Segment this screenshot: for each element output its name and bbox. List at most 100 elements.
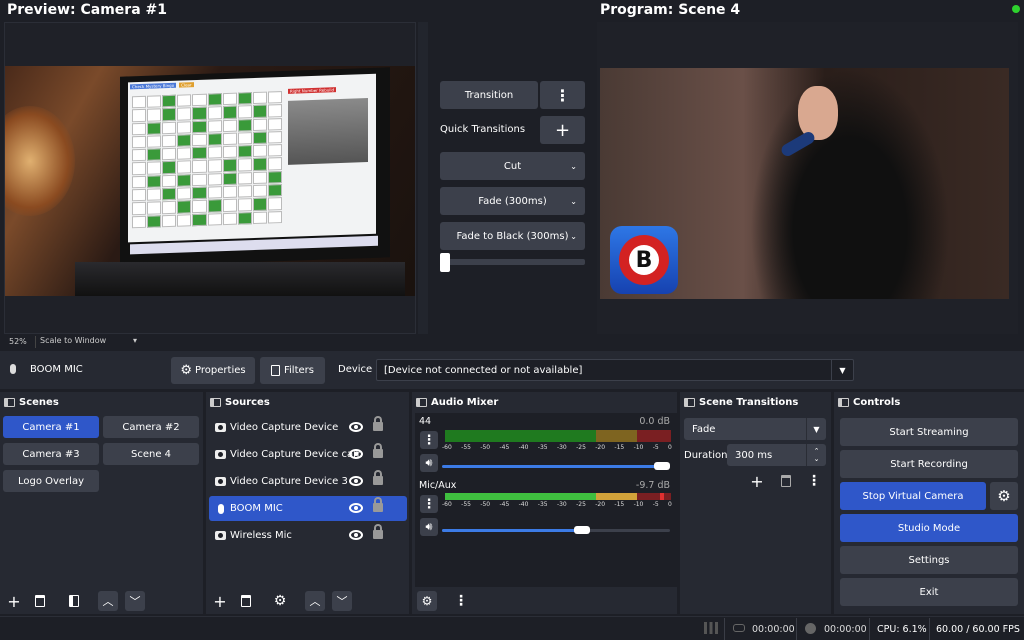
stop-virtual-camera-button[interactable]: Stop Virtual Camera bbox=[840, 482, 986, 510]
move-scene-up-button[interactable]: ︿ bbox=[98, 591, 118, 611]
bingo-cell bbox=[237, 118, 252, 132]
mixer-menu-button[interactable]: ⋮ bbox=[451, 591, 471, 611]
bingo-cell bbox=[222, 172, 237, 186]
virtual-camera-settings-button[interactable]: ⚙ bbox=[990, 482, 1018, 510]
cut-button[interactable]: Cut ⌄ bbox=[440, 152, 585, 180]
filter-icon bbox=[271, 365, 280, 376]
scene-item[interactable]: Scene 4 bbox=[103, 443, 199, 465]
visibility-eye-icon[interactable] bbox=[349, 503, 363, 513]
scale-tick: -15 bbox=[614, 501, 625, 508]
visibility-eye-icon[interactable] bbox=[349, 530, 363, 540]
scale-tick: -60 bbox=[442, 501, 452, 508]
channel-menu-button[interactable]: ⋮ bbox=[420, 495, 438, 513]
add-source-button[interactable]: + bbox=[210, 591, 230, 611]
properties-button[interactable]: ⚙ Properties bbox=[171, 357, 255, 384]
bingo-cell bbox=[192, 146, 207, 160]
scene-item[interactable]: Camera #2 bbox=[103, 416, 199, 438]
bingo-cell bbox=[267, 157, 282, 171]
source-properties-button[interactable]: ⚙ bbox=[270, 591, 290, 611]
transition-properties-button[interactable]: ⋮ bbox=[804, 471, 824, 491]
dock-icon bbox=[684, 397, 695, 407]
scene-item[interactable]: Camera #3 bbox=[3, 443, 99, 465]
remove-scene-button[interactable] bbox=[30, 591, 50, 611]
lock-icon[interactable] bbox=[373, 470, 383, 485]
bingo-cell bbox=[132, 162, 147, 176]
start-recording-button[interactable]: Start Recording bbox=[840, 450, 1018, 478]
volume-slider[interactable] bbox=[442, 465, 670, 468]
mute-button[interactable]: 🔊︎ bbox=[420, 454, 438, 472]
scale-mode-select[interactable]: Scale to Window ▾ bbox=[35, 336, 139, 348]
camera-icon bbox=[215, 477, 226, 486]
fade-to-black-button[interactable]: Fade to Black (300ms) ⌄ bbox=[440, 222, 585, 250]
channel-menu-button[interactable]: ⋮ bbox=[420, 431, 438, 449]
mute-button[interactable]: 🔊︎ bbox=[420, 518, 438, 536]
plus-icon: + bbox=[7, 591, 21, 611]
status-bar bbox=[0, 616, 1024, 640]
source-item[interactable]: Video Capture Device cam bbox=[209, 442, 407, 467]
device-label: Device bbox=[338, 364, 373, 375]
visibility-eye-icon[interactable] bbox=[349, 422, 363, 432]
volume-knob[interactable] bbox=[654, 462, 670, 470]
volume-meter bbox=[445, 493, 671, 500]
bingo-cell bbox=[267, 104, 282, 118]
settings-button[interactable]: Settings bbox=[840, 546, 1018, 574]
volume-slider[interactable] bbox=[442, 529, 591, 532]
transition-button[interactable]: Transition bbox=[440, 81, 538, 109]
scene-filters-button[interactable] bbox=[64, 591, 84, 611]
spin-arrows-icon[interactable]: ⌃ ⌄ bbox=[806, 444, 826, 466]
exit-button[interactable]: Exit bbox=[840, 578, 1018, 606]
scale-tick: -20 bbox=[595, 444, 606, 451]
source-item[interactable]: Wireless Mic bbox=[209, 523, 407, 548]
source-item[interactable]: Video Capture Device bbox=[209, 415, 407, 440]
fade-button[interactable]: Fade (300ms) ⌄ bbox=[440, 187, 585, 215]
bingo-cell bbox=[177, 134, 192, 147]
source-item[interactable]: Video Capture Device 3 bbox=[209, 469, 407, 494]
scene-item[interactable]: Logo Overlay bbox=[3, 470, 99, 492]
filters-button[interactable]: Filters bbox=[260, 357, 325, 384]
lock-icon[interactable] bbox=[373, 416, 383, 431]
visibility-eye-icon[interactable] bbox=[349, 449, 363, 459]
lock-icon[interactable] bbox=[373, 443, 383, 458]
remove-source-button[interactable] bbox=[236, 591, 256, 611]
device-select[interactable]: [Device not connected or not available] … bbox=[376, 359, 854, 381]
t-bar-slider[interactable] bbox=[440, 259, 585, 265]
dock-icon bbox=[838, 397, 849, 407]
volume-knob[interactable] bbox=[574, 526, 591, 534]
duration-spinbox[interactable]: 300 ms ⌃ ⌄ bbox=[727, 444, 826, 466]
meter-scale: -60 -55 -50 -45 -40 -35 -30 -25 -20 -15 -10 -5 0 bbox=[442, 501, 672, 508]
more-vertical-icon: ⋮ bbox=[422, 496, 436, 512]
add-quick-transition-button[interactable]: + bbox=[540, 116, 585, 144]
lock-icon[interactable] bbox=[373, 524, 383, 539]
splitter-handle[interactable] bbox=[418, 22, 428, 334]
scene-item[interactable]: Camera #1 bbox=[3, 416, 99, 438]
transition-menu-button[interactable]: ⋮ bbox=[540, 81, 585, 109]
selected-source-name: BOOM MIC bbox=[30, 364, 83, 375]
add-transition-button[interactable]: + bbox=[747, 471, 767, 491]
bingo-cell bbox=[207, 146, 222, 160]
bingo-cell bbox=[132, 215, 147, 229]
bingo-app-button: Right Number Rebuild bbox=[288, 87, 337, 94]
bingo-cell bbox=[132, 175, 147, 189]
studio-mode-button[interactable]: Studio Mode bbox=[840, 514, 1018, 542]
meter-scale: -60 -55 -50 -45 -40 -35 -30 -25 -20 -15 -10 -5 0 bbox=[442, 444, 672, 451]
channel-db: 0.0 dB bbox=[639, 416, 670, 427]
remove-transition-button[interactable] bbox=[776, 471, 796, 491]
bingo-cell bbox=[192, 186, 207, 200]
preview-panel[interactable]: Check Mystery Bingo Clear Right Number R… bbox=[4, 22, 416, 348]
dock-icon bbox=[416, 397, 427, 407]
start-streaming-button[interactable]: Start Streaming bbox=[840, 418, 1018, 446]
move-source-down-button[interactable]: ﹀ bbox=[332, 591, 352, 611]
chevron-up-icon: ︿ bbox=[309, 595, 321, 608]
t-bar-handle[interactable] bbox=[440, 253, 450, 272]
lock-icon[interactable] bbox=[373, 497, 383, 512]
move-scene-down-button[interactable]: ﹀ bbox=[125, 591, 145, 611]
advanced-audio-button[interactable]: ⚙ bbox=[417, 591, 437, 611]
chevron-down-icon: ⌄ bbox=[570, 161, 577, 171]
visibility-eye-icon[interactable] bbox=[349, 476, 363, 486]
move-source-up-button[interactable]: ︿ bbox=[305, 591, 325, 611]
bingo-cell bbox=[237, 211, 252, 225]
transition-type-select[interactable]: Fade ▼ bbox=[684, 418, 826, 440]
source-item[interactable]: BOOM MIC bbox=[209, 496, 407, 521]
bingo-logo: B bbox=[610, 226, 678, 294]
add-scene-button[interactable]: + bbox=[4, 591, 24, 611]
